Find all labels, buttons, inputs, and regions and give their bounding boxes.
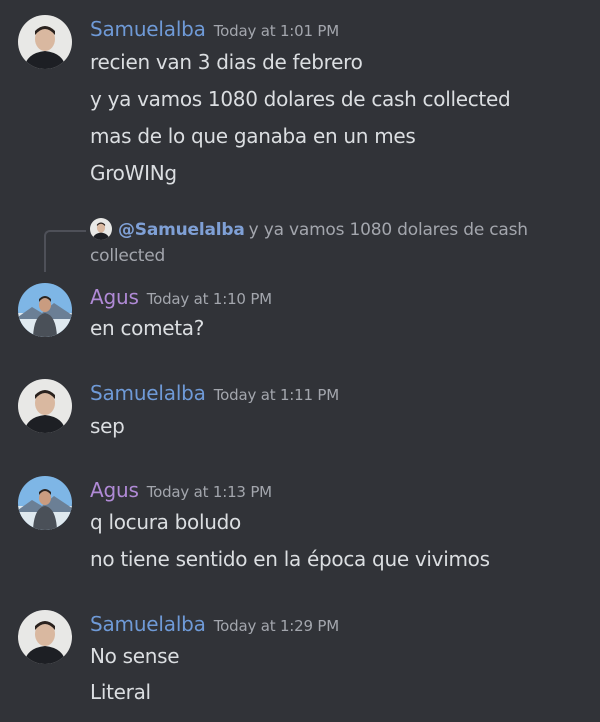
timestamp: Today at 1:13 PM	[146, 483, 272, 501]
message-header: Samuelalba Today at 1:11 PM	[90, 381, 339, 405]
person-outdoor-avatar-icon	[18, 476, 72, 530]
message-text: No sense	[90, 644, 180, 668]
message-header: Samuelalba Today at 1:01 PM	[90, 17, 339, 41]
username[interactable]: Samuelalba	[90, 612, 206, 636]
message-text: q locura boludo	[90, 510, 241, 534]
username[interactable]: Samuelalba	[90, 381, 206, 405]
message-text: y ya vamos 1080 dolares de cash collecte…	[90, 87, 511, 111]
message-header: Samuelalba Today at 1:29 PM	[90, 612, 339, 636]
message-header: Agus Today at 1:13 PM	[90, 478, 272, 502]
person-outdoor-avatar-icon	[18, 283, 72, 337]
username[interactable]: Agus	[90, 478, 139, 502]
message-text: GroWINg	[90, 161, 177, 185]
timestamp: Today at 1:11 PM	[213, 386, 339, 404]
message-text: no tiene sentido en la época que vivimos	[90, 547, 490, 571]
person-dark-avatar-icon	[18, 379, 72, 433]
reply-connector	[44, 230, 86, 272]
message-text: sep	[90, 414, 125, 438]
user-avatar[interactable]	[18, 15, 72, 69]
message-header: Agus Today at 1:10 PM	[90, 285, 272, 309]
username[interactable]: Samuelalba	[90, 17, 206, 41]
message-text: en cometa?	[90, 316, 205, 340]
person-dark-avatar-icon	[90, 218, 112, 240]
user-avatar[interactable]	[18, 283, 72, 337]
reply-preview[interactable]: @Samuelalba y ya vamos 1080 dolares de ca…	[90, 217, 560, 269]
username[interactable]: Agus	[90, 285, 139, 309]
message-text: recien van 3 dias de febrero	[90, 50, 363, 74]
message-text: mas de lo que ganaba en un mes	[90, 124, 416, 148]
user-avatar[interactable]	[18, 379, 72, 433]
person-dark-avatar-icon	[18, 15, 72, 69]
message-text: Literal	[90, 680, 151, 704]
user-avatar[interactable]	[18, 610, 72, 664]
timestamp: Today at 1:29 PM	[213, 617, 339, 635]
person-dark-avatar-icon	[18, 610, 72, 664]
reply-mention[interactable]: @Samuelalba	[118, 220, 245, 240]
timestamp: Today at 1:10 PM	[146, 290, 272, 308]
timestamp: Today at 1:01 PM	[213, 22, 339, 40]
reply-avatar	[90, 218, 112, 240]
user-avatar[interactable]	[18, 476, 72, 530]
